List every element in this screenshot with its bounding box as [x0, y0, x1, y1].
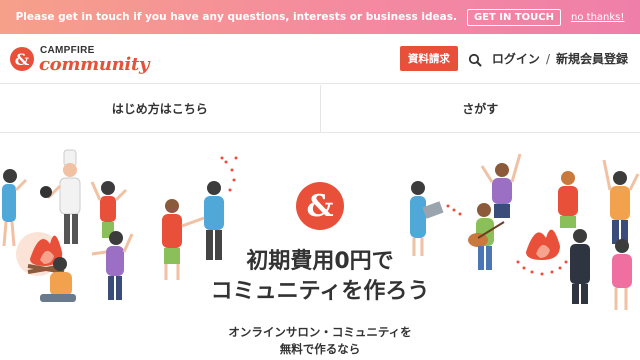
signup-link[interactable]: 新規会員登録 [556, 50, 628, 67]
get-in-touch-button[interactable]: GET IN TOUCH [466, 8, 562, 26]
header-nav: 資料請求 ログイン / 新規会員登録 [399, 46, 628, 71]
login-link[interactable]: ログイン [492, 50, 540, 67]
tab-getting-started[interactable]: はじめ方はこちら [0, 85, 320, 132]
request-documents-button[interactable]: 資料請求 [399, 46, 458, 71]
campfire-mark-icon: & [296, 182, 344, 230]
main-tabs: はじめ方はこちら さがす [0, 85, 640, 133]
banner-text: Please get in touch if you have any ques… [15, 11, 457, 23]
announcement-banner: Please get in touch if you have any ques… [0, 0, 640, 34]
hero-section: & 初期費用0円で コミュニティを作ろう オンラインサロン・コミュニティを 無料… [0, 134, 640, 360]
search-icon[interactable] [468, 52, 482, 66]
campfire-logo-icon: & [10, 47, 34, 71]
tab-search[interactable]: さがす [319, 85, 640, 132]
campfire-community-logo[interactable]: & CAMPFIRE community [10, 43, 160, 75]
no-thanks-link[interactable]: no thanks! [571, 12, 624, 23]
site-header: & CAMPFIRE community 資料請求 ログイン / 新規会員登録 [0, 34, 640, 84]
logo-bottom-text: community [39, 54, 150, 75]
people-right-illustration [410, 153, 640, 310]
nav-separator: / [545, 51, 550, 66]
